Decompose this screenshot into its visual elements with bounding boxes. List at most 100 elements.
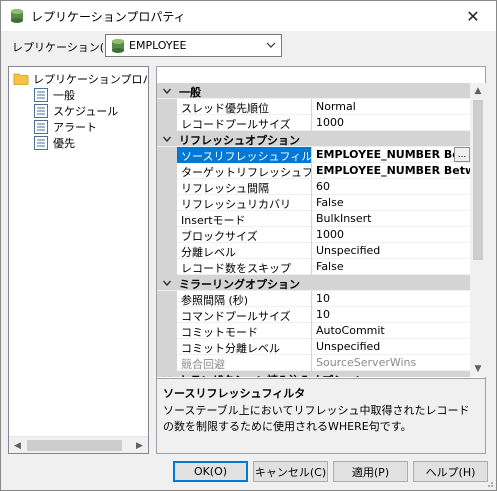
scrollbar-thumb[interactable]: [27, 440, 122, 451]
close-button[interactable]: ✕: [450, 1, 496, 31]
property-name: レコード数をスキップ: [177, 259, 312, 275]
tree-item-general[interactable]: 一般: [33, 87, 75, 103]
scroll-left-icon[interactable]: ◀: [9, 437, 26, 453]
property-category-label: 一般: [179, 86, 201, 99]
title-bar: レプリケーションプロパティ ✕: [1, 1, 496, 31]
property-name: 分離レベル: [177, 243, 312, 259]
database-icon: [11, 9, 23, 23]
page-icon: [34, 88, 48, 102]
property-grid-vertical-scrollbar[interactable]: ▲ ▼: [470, 83, 486, 377]
property-value[interactable]: AutoCommit: [313, 323, 470, 339]
ellipsis-button[interactable]: ...: [454, 147, 470, 162]
property-value[interactable]: SourceServerWins: [313, 355, 470, 371]
property-value[interactable]: False: [313, 195, 470, 211]
property-value[interactable]: Unspecified: [313, 243, 470, 259]
property-category[interactable]: トランザクション読み込みオプション: [157, 371, 470, 377]
property-row-gutter: [157, 195, 177, 211]
tree-item-alerts[interactable]: アラート: [33, 119, 97, 135]
scroll-down-icon[interactable]: ▼: [470, 361, 486, 377]
property-grid-panel: 一般 スレッド優先順位 Normal レコードプールサイズ 1000 リフレッシュオプショ…: [156, 66, 486, 454]
property-row-gutter: [157, 211, 177, 227]
property-value[interactable]: False: [313, 259, 470, 275]
property-row[interactable]: ターゲットリフレッシュフィルタEMPLOYEE_NUMBER Betwee: [157, 163, 470, 179]
property-category[interactable]: 一般: [157, 83, 470, 99]
tree-item-root-label: レプリケーションプロパティ: [33, 73, 148, 86]
replication-select[interactable]: EMPLOYEE: [105, 34, 282, 57]
property-row-gutter: [157, 115, 177, 131]
tree-horizontal-scrollbar[interactable]: ◀ ▶: [9, 436, 148, 453]
property-row-gutter: [157, 179, 177, 195]
property-value[interactable]: 1000: [313, 115, 470, 131]
navigation-tree: レプリケーションプロパティ 一般 スケジュール アラート: [8, 66, 149, 454]
property-category[interactable]: リフレッシュオプション: [157, 131, 470, 147]
property-value[interactable]: Unspecified: [313, 339, 470, 355]
help-button[interactable]: ヘルプ(H): [413, 461, 488, 482]
property-category-label: ミラーリングオプション: [179, 278, 300, 291]
property-row[interactable]: コミットモード AutoCommit: [157, 323, 470, 339]
collapse-chevron-icon[interactable]: [162, 374, 172, 377]
collapse-chevron-icon[interactable]: [162, 86, 172, 96]
property-row[interactable]: Insertモード BulkInsert: [157, 211, 470, 227]
property-category[interactable]: ミラーリングオプション: [157, 275, 470, 291]
property-row[interactable]: スレッド優先順位 Normal: [157, 99, 470, 115]
property-name: 競合回避: [177, 355, 312, 371]
property-name: Insertモード: [177, 211, 312, 227]
property-row[interactable]: リフレッシュリカバリ False: [157, 195, 470, 211]
property-name: リフレッシュリカバリ: [177, 195, 312, 211]
apply-button[interactable]: 適用(P): [333, 461, 408, 482]
property-value[interactable]: 1000: [313, 227, 470, 243]
property-row[interactable]: ソースリフレッシュフィルタ EMPLOYEE_NUMBER Betwe...: [157, 147, 470, 163]
database-icon: [112, 38, 124, 53]
property-row-gutter: [157, 323, 177, 339]
tree-item-priority[interactable]: 優先: [33, 135, 75, 151]
property-row-gutter: [157, 291, 177, 307]
property-name: 参照間隔 (秒): [177, 291, 312, 307]
property-value[interactable]: BulkInsert: [313, 211, 470, 227]
property-row[interactable]: 競合回避 SourceServerWins: [157, 355, 470, 371]
property-row-gutter: [157, 227, 177, 243]
property-row-gutter: [157, 99, 177, 115]
scroll-up-icon[interactable]: ▲: [470, 83, 486, 99]
replication-label: レプリケーション(R): [12, 41, 117, 54]
collapse-chevron-icon[interactable]: [162, 278, 172, 288]
folder-icon: [13, 73, 29, 85]
tree-item-label: 優先: [53, 137, 75, 150]
property-row-gutter: [157, 355, 177, 371]
property-value[interactable]: Normal: [313, 99, 470, 115]
tree-item-schedule[interactable]: スケジュール: [33, 103, 118, 119]
ok-button[interactable]: OK(O): [173, 461, 248, 482]
property-row[interactable]: 分離レベル Unspecified: [157, 243, 470, 259]
property-description: ソースリフレッシュフィルタ ソーステーブル上においてリフレッシュ中取得されたレコ…: [157, 378, 485, 453]
property-value[interactable]: EMPLOYEE_NUMBER Betwee: [313, 163, 470, 179]
tree-item-root[interactable]: レプリケーションプロパティ: [13, 71, 148, 87]
scrollbar-thumb[interactable]: [473, 100, 483, 260]
collapse-chevron-icon[interactable]: [162, 134, 172, 144]
page-icon: [34, 120, 48, 134]
property-row[interactable]: レコードプールサイズ 1000: [157, 115, 470, 131]
property-value[interactable]: 10: [313, 307, 470, 323]
replication-select-value: EMPLOYEE: [129, 39, 187, 52]
window-title: レプリケーションプロパティ: [31, 9, 186, 24]
property-value[interactable]: 10: [313, 291, 470, 307]
property-row[interactable]: コマンドプールサイズ 10: [157, 307, 470, 323]
property-name: ブロックサイズ: [177, 227, 312, 243]
property-category-label: リフレッシュオプション: [179, 134, 300, 147]
property-row[interactable]: レコード数をスキップ False: [157, 259, 470, 275]
property-row[interactable]: ブロックサイズ 1000: [157, 227, 470, 243]
tree-item-label: 一般: [53, 89, 75, 102]
scroll-right-icon[interactable]: ▶: [131, 437, 148, 453]
property-row-gutter: [157, 259, 177, 275]
property-row[interactable]: コミット分離レベル Unspecified: [157, 339, 470, 355]
property-row[interactable]: リフレッシュ間隔 60: [157, 179, 470, 195]
page-icon: [34, 104, 48, 118]
property-name: スレッド優先順位: [177, 99, 312, 115]
cancel-button[interactable]: キャンセル(C): [253, 461, 328, 482]
property-grid: 一般 スレッド優先順位 Normal レコードプールサイズ 1000 リフレッシュオプショ…: [157, 83, 470, 377]
property-row[interactable]: 参照間隔 (秒) 10: [157, 291, 470, 307]
close-icon: ✕: [466, 6, 480, 26]
property-value[interactable]: 60: [313, 179, 470, 195]
resize-grip-icon[interactable]: [484, 478, 494, 488]
property-value[interactable]: EMPLOYEE_NUMBER Betwe: [313, 147, 470, 163]
property-name: コマンドプールサイズ: [177, 307, 312, 323]
property-description-title: ソースリフレッシュフィルタ: [163, 387, 306, 400]
